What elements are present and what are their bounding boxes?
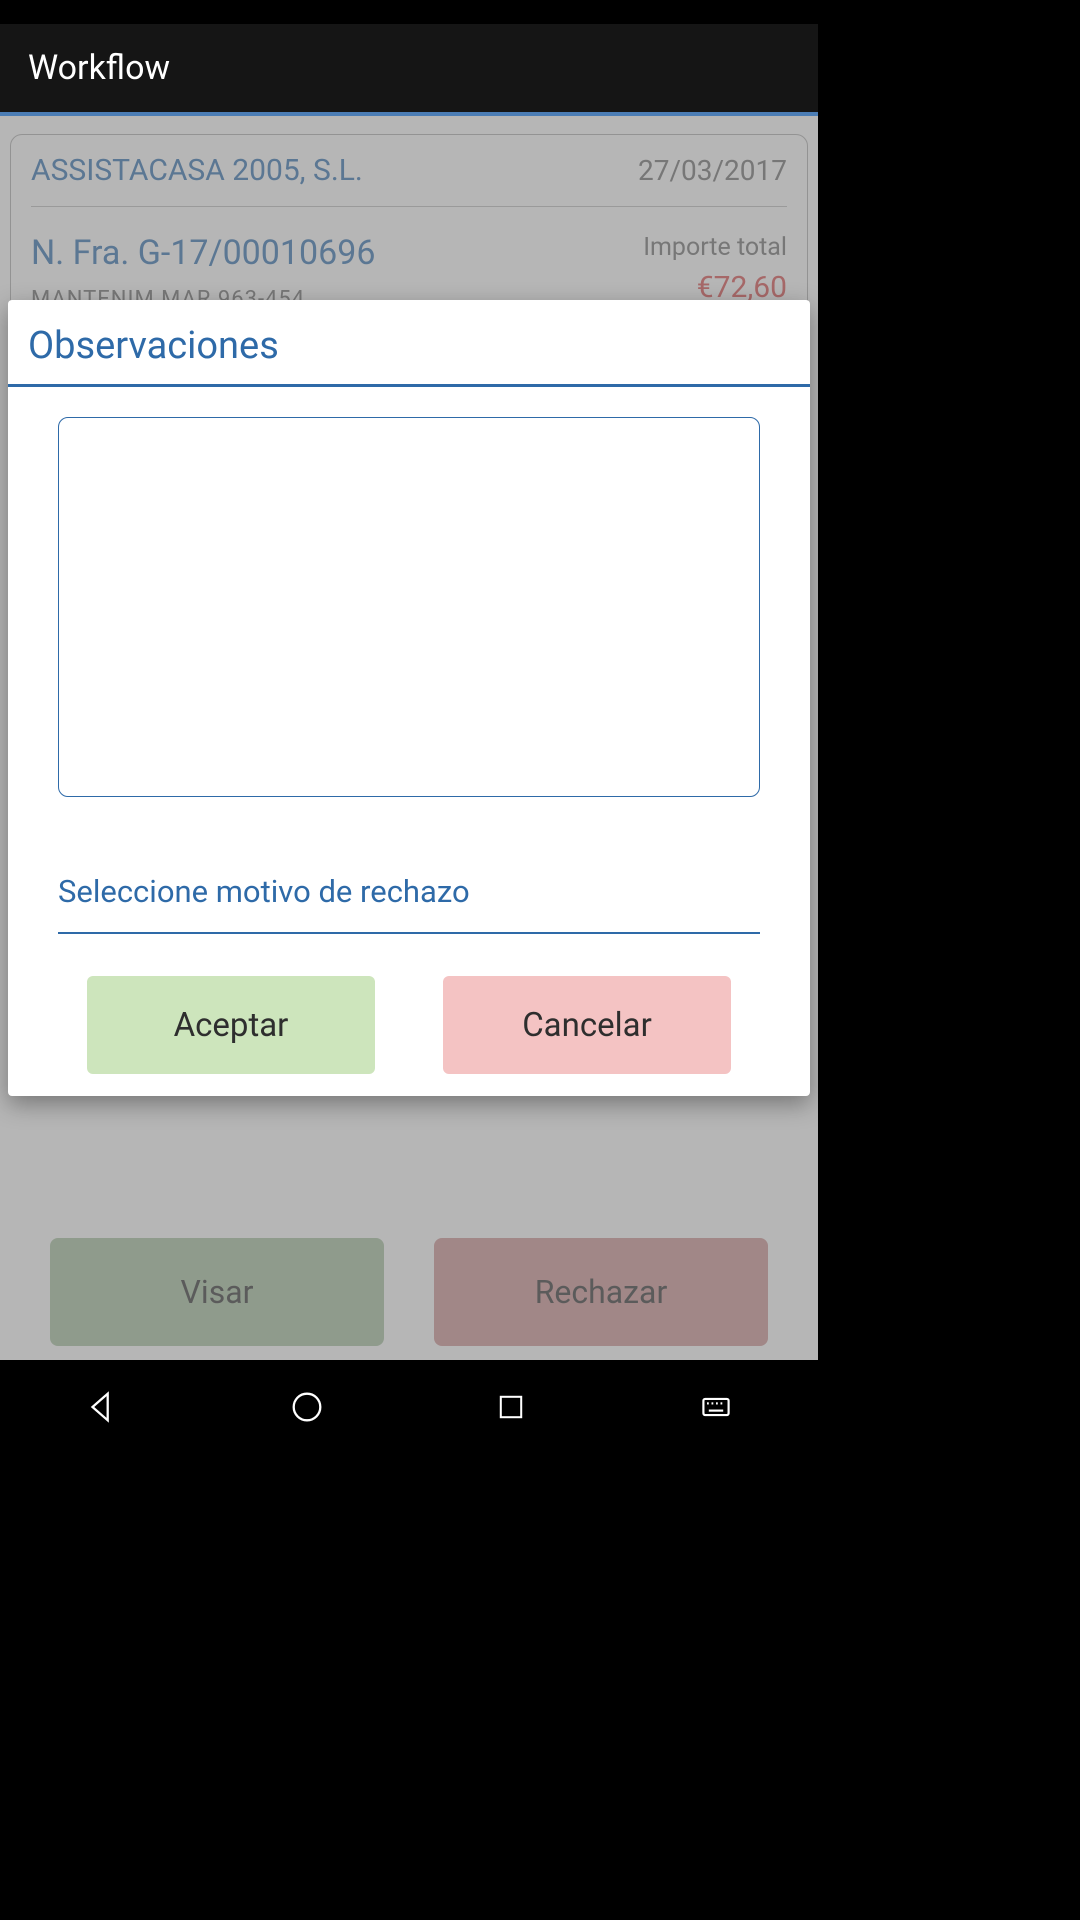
dialog-buttons: Aceptar Cancelar bbox=[28, 976, 790, 1074]
dialog-divider bbox=[8, 384, 810, 387]
app-bar: Workflow bbox=[0, 24, 818, 112]
reject-reason-select[interactable]: Seleccione motivo de rechazo bbox=[58, 873, 760, 934]
dialog-title: Observaciones bbox=[28, 320, 790, 368]
cancelar-button[interactable]: Cancelar bbox=[443, 976, 731, 1074]
status-bar bbox=[0, 0, 818, 24]
screen: Workflow ASSISTACASA 2005, S.L. 27/03/20… bbox=[0, 0, 818, 1454]
back-icon[interactable] bbox=[81, 1386, 123, 1428]
home-icon[interactable] bbox=[286, 1386, 328, 1428]
aceptar-button[interactable]: Aceptar bbox=[87, 976, 375, 1074]
appbar-title: Workflow bbox=[28, 48, 170, 88]
observaciones-textarea[interactable] bbox=[58, 417, 760, 797]
observaciones-dialog: Observaciones Seleccione motivo de recha… bbox=[8, 300, 810, 1096]
system-nav-bar bbox=[0, 1360, 818, 1454]
keyboard-icon[interactable] bbox=[695, 1386, 737, 1428]
recents-icon[interactable] bbox=[490, 1386, 532, 1428]
